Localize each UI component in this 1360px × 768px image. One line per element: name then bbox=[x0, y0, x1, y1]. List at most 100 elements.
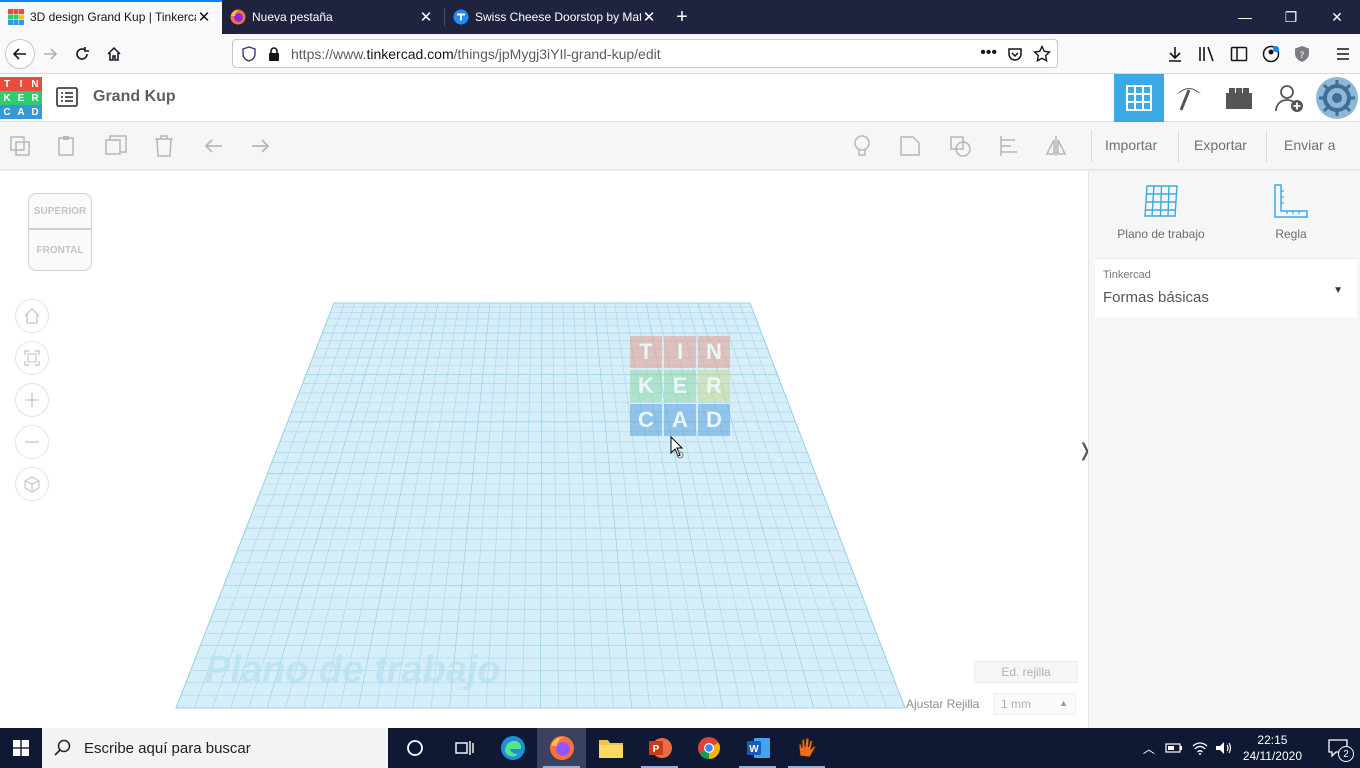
tab-new-tab[interactable]: Nueva pestaña ✕ bbox=[222, 0, 444, 34]
collapse-panel-button[interactable]: ❭ bbox=[1077, 433, 1088, 467]
bricks-view-button[interactable] bbox=[1214, 74, 1264, 122]
hamburger-menu-icon[interactable] bbox=[1334, 45, 1352, 63]
logo-letter: N bbox=[28, 77, 42, 91]
taskbar-powerpoint[interactable]: P bbox=[635, 728, 684, 768]
shape-category-select[interactable]: Tinkercad Formas básicas ▼ bbox=[1095, 258, 1357, 318]
taskbar-edge[interactable] bbox=[488, 728, 537, 768]
account-icon[interactable] bbox=[1262, 45, 1280, 63]
tab-title: 3D design Grand Kup | Tinkercad bbox=[30, 10, 196, 24]
3d-view-button[interactable] bbox=[1114, 74, 1164, 122]
workplane-tool[interactable]: Plano de trabajo bbox=[1111, 183, 1211, 241]
wifi-icon[interactable] bbox=[1191, 741, 1209, 755]
bookmark-star-icon[interactable] bbox=[1033, 45, 1051, 63]
taskbar-file-explorer[interactable] bbox=[586, 728, 635, 768]
perspective-toggle-button[interactable] bbox=[15, 467, 49, 501]
view-cube-front[interactable]: FRONTAL bbox=[28, 229, 92, 271]
tab-swiss-cheese[interactable]: Swiss Cheese Doorstop by Mattp ✕ bbox=[445, 0, 667, 34]
browser-nav-bar: https://www.tinkercad.com/things/jpMygj3… bbox=[0, 34, 1360, 74]
tracking-shield-icon[interactable] bbox=[241, 46, 257, 62]
send-to-button[interactable]: Enviar a bbox=[1284, 137, 1335, 153]
chevron-up-icon[interactable]: ︿ bbox=[1143, 740, 1155, 757]
ruler-tool[interactable]: Regla bbox=[1241, 183, 1341, 241]
workplane-icon bbox=[1144, 185, 1178, 217]
blocks-view-button[interactable] bbox=[1164, 74, 1214, 122]
zoom-out-button[interactable] bbox=[15, 425, 49, 459]
page-actions-icon[interactable]: ••• bbox=[980, 44, 997, 62]
cortana-icon bbox=[406, 740, 423, 756]
duplicate-icon[interactable] bbox=[104, 134, 128, 158]
close-tab-icon[interactable]: ✕ bbox=[196, 8, 212, 26]
taskbar-clock[interactable]: 22:15 24/11/2020 bbox=[1243, 732, 1302, 764]
library-icon[interactable] bbox=[1198, 45, 1216, 63]
paste-icon[interactable] bbox=[55, 134, 79, 158]
home-view-button[interactable] bbox=[15, 299, 49, 333]
user-avatar[interactable] bbox=[1314, 74, 1360, 122]
design-title[interactable]: Grand Kup bbox=[93, 88, 176, 106]
import-button[interactable]: Importar bbox=[1105, 137, 1157, 153]
taskbar-word[interactable]: W bbox=[733, 728, 782, 768]
workplane-watermark-text: Plano de trabajo bbox=[205, 649, 501, 691]
watermark-letter: N bbox=[698, 336, 730, 368]
task-view-button[interactable] bbox=[439, 728, 488, 768]
toolbar-divider bbox=[1091, 130, 1092, 162]
tab-tinkercad[interactable]: 3D design Grand Kup | Tinkercad ✕ bbox=[0, 0, 222, 34]
back-button[interactable] bbox=[5, 39, 35, 69]
volume-icon[interactable] bbox=[1215, 741, 1233, 755]
home-button[interactable] bbox=[102, 42, 126, 66]
pickaxe-icon bbox=[1177, 88, 1201, 111]
forward-button[interactable] bbox=[38, 42, 62, 66]
delete-icon[interactable] bbox=[152, 134, 176, 158]
sidebar-toggle-icon[interactable] bbox=[1230, 45, 1248, 63]
light-bulb-icon[interactable] bbox=[850, 134, 874, 158]
url-bar[interactable]: https://www.tinkercad.com/things/jpMygj3… bbox=[232, 39, 1058, 68]
taskbar-glove-app[interactable] bbox=[782, 728, 831, 768]
watermark-letter: A bbox=[664, 404, 696, 436]
ungroup-icon[interactable] bbox=[948, 134, 972, 158]
taskbar-search[interactable]: Escribe aquí para buscar bbox=[42, 728, 388, 768]
align-icon[interactable] bbox=[998, 134, 1022, 158]
logo-letter: D bbox=[28, 105, 42, 119]
close-tab-icon[interactable]: ✕ bbox=[641, 8, 657, 26]
system-tray: ︿ 22:15 24/11/2020 2 bbox=[1143, 728, 1360, 768]
zoom-in-button[interactable] bbox=[15, 383, 49, 417]
fit-view-button[interactable] bbox=[15, 341, 49, 375]
snap-grid-select[interactable]: 1 mm ▲ bbox=[994, 693, 1076, 715]
export-button[interactable]: Exportar bbox=[1194, 137, 1247, 153]
restore-icon[interactable]: ❐ bbox=[1268, 0, 1314, 34]
mirror-icon[interactable] bbox=[1044, 134, 1068, 158]
lock-icon[interactable] bbox=[267, 46, 281, 62]
cortana-button[interactable] bbox=[390, 728, 439, 768]
watermark-letter: T bbox=[630, 336, 662, 368]
redo-icon[interactable] bbox=[248, 134, 272, 158]
tinkercad-logo[interactable]: T I N K E R C A D bbox=[0, 77, 42, 119]
caret-up-icon: ▲ bbox=[1059, 698, 1068, 708]
edit-grid-button[interactable]: Ed. rejilla bbox=[974, 661, 1078, 683]
notification-center-button[interactable]: 2 bbox=[1316, 728, 1360, 768]
undo-icon[interactable] bbox=[202, 134, 226, 158]
taskbar-firefox[interactable] bbox=[537, 728, 586, 768]
3d-viewport[interactable]: T I N K E R C A D Plano de trabajo SUPER… bbox=[0, 171, 1088, 728]
battery-icon[interactable] bbox=[1165, 742, 1183, 754]
powerpoint-icon: P bbox=[648, 738, 672, 758]
add-user-button[interactable] bbox=[1264, 74, 1314, 122]
close-window-icon[interactable]: ✕ bbox=[1314, 0, 1360, 34]
url-path: /things/jpMygj3iYIl-grand-kup/edit bbox=[453, 45, 661, 62]
minimize-icon[interactable]: — bbox=[1222, 0, 1268, 34]
new-tab-button[interactable]: + bbox=[667, 0, 697, 34]
copy-icon[interactable] bbox=[8, 134, 32, 158]
logo-letter: K bbox=[0, 91, 14, 105]
pocket-icon[interactable] bbox=[1007, 46, 1023, 62]
start-button[interactable] bbox=[0, 728, 42, 768]
ruler-icon bbox=[1274, 184, 1308, 218]
download-icon[interactable] bbox=[1166, 45, 1184, 63]
taskbar-chrome[interactable] bbox=[684, 728, 733, 768]
group-icon[interactable] bbox=[898, 134, 922, 158]
workplane-logo-watermark: T I N K E R C A D bbox=[630, 336, 730, 436]
close-tab-icon[interactable]: ✕ bbox=[418, 8, 434, 26]
view-cube[interactable]: SUPERIOR FRONTAL bbox=[26, 193, 94, 273]
reload-button[interactable] bbox=[70, 42, 94, 66]
workplane-grid[interactable] bbox=[0, 171, 1088, 728]
view-cube-top[interactable]: SUPERIOR bbox=[28, 193, 92, 229]
design-list-icon[interactable] bbox=[56, 87, 78, 107]
extension-shield-icon[interactable]: ? bbox=[1293, 45, 1311, 63]
